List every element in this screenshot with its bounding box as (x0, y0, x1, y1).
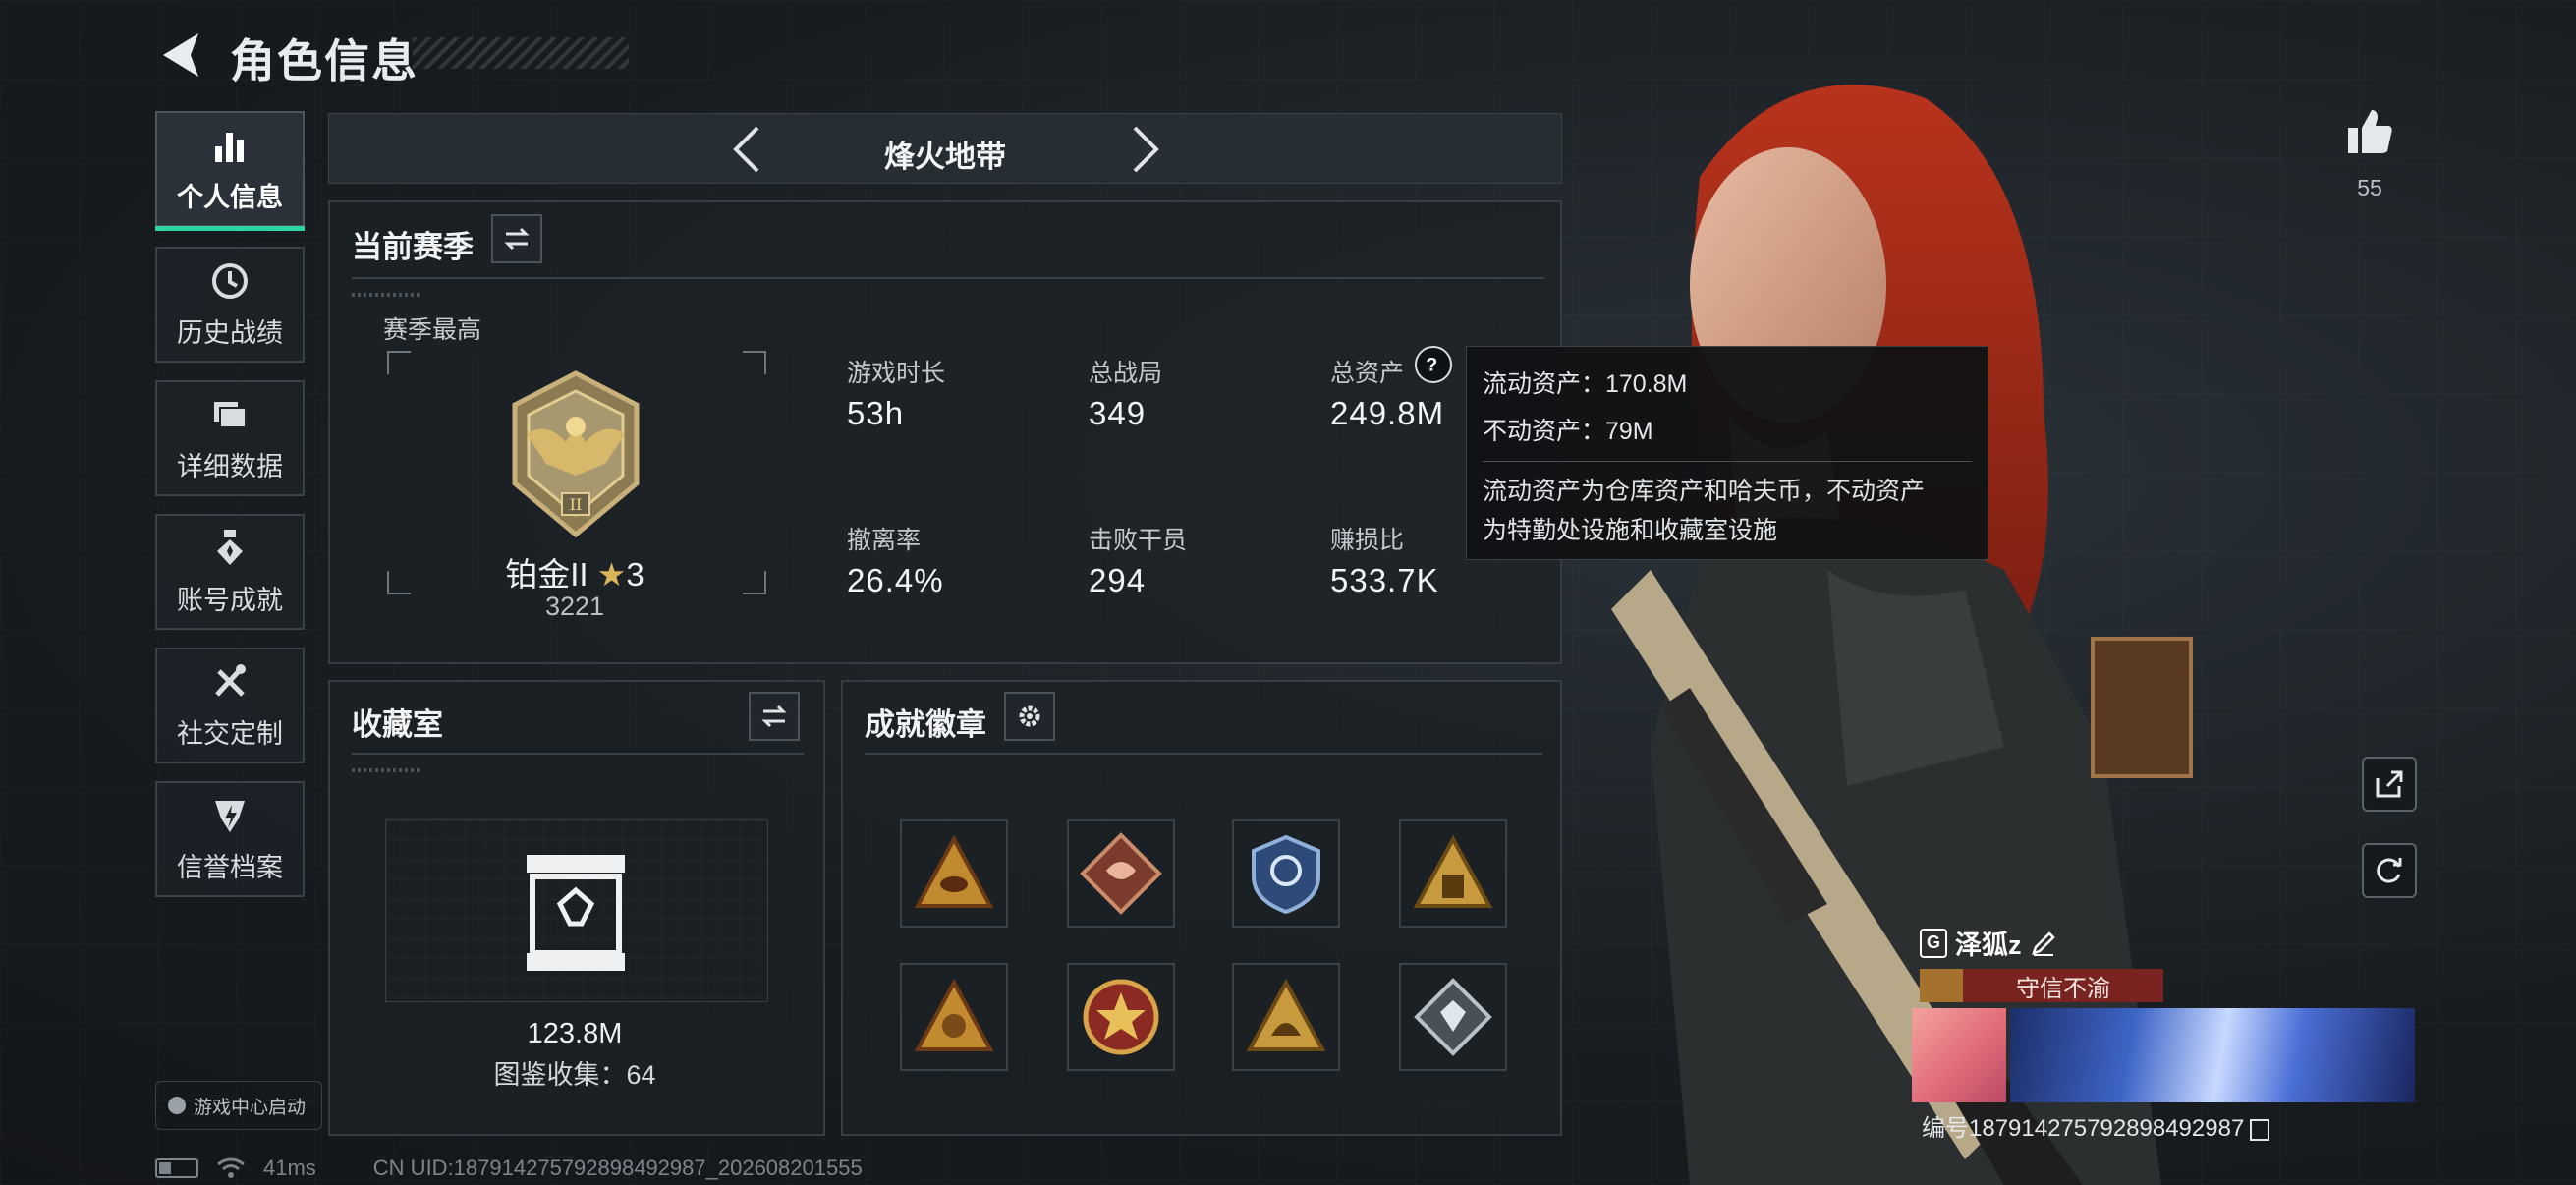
tools-icon (215, 663, 246, 697)
sidebar-item-achievements[interactable]: 账号成就 (155, 514, 305, 630)
badge-slot[interactable] (900, 819, 1008, 928)
stat-extract-rate-label: 撤离率 (847, 527, 922, 554)
tooltip-description-line1: 流动资产为仓库资产和哈夫币，不动资产 (1483, 478, 1926, 505)
badge-slot[interactable] (1067, 963, 1175, 1071)
penguin-icon (168, 1097, 186, 1114)
sidebar-item-label: 个人信息 (177, 182, 283, 212)
player-banner (2010, 1008, 2415, 1102)
battery-icon (155, 1158, 198, 1178)
like-count: 55 (2357, 175, 2382, 200)
decoration-ticks (352, 768, 420, 772)
share-button[interactable] (2362, 757, 2417, 812)
gear-icon (1019, 705, 1040, 727)
refresh-icon (2377, 858, 2402, 883)
shield-crest-badge-icon (1252, 834, 1320, 915)
game-center-label: 游戏中心启动 (194, 1097, 307, 1118)
triangle-55-badge-icon (914, 978, 994, 1051)
thumbs-up-icon[interactable] (2342, 104, 2397, 159)
dragon-diamond-badge-icon (1080, 832, 1162, 915)
tooltip-description-line2: 为特勤处设施和收藏室设施 (1483, 517, 1778, 544)
assets-tooltip: 流动资产：170.8M 不动资产：79M 流动资产为仓库资产和哈夫币，不动资产 … (1466, 346, 1988, 560)
status-footer: 41ms CN UID:187914275792898492987_202608… (155, 1156, 863, 1181)
divider (352, 277, 1544, 279)
player-name: 泽狐z (1955, 931, 2022, 960)
collection-count: 图鉴收集：64 (493, 1060, 656, 1090)
stat-extract-rate-value: 26.4% (847, 562, 944, 598)
season-best-label: 赛季最高 (383, 316, 482, 344)
player-level-badge: G (1920, 928, 1947, 958)
mode-selector: 烽火地带 (328, 113, 1562, 184)
sidebar-item-history[interactable]: 历史战绩 (155, 247, 305, 363)
refresh-button[interactable] (2362, 843, 2417, 898)
badge-slot[interactable] (1232, 963, 1340, 1071)
rank-score: 3221 (544, 592, 605, 621)
collection-title: 收藏室 (352, 707, 443, 742)
game-center-launch[interactable]: 游戏中心启动 (155, 1081, 322, 1130)
stat-kills-label: 击败干员 (1089, 527, 1188, 554)
sidebar-item-label: 详细数据 (177, 451, 283, 481)
badge-slot[interactable] (1067, 819, 1175, 928)
shield-icon (215, 800, 245, 832)
sidebar-item-label: 历史战绩 (177, 317, 283, 348)
stat-total-matches-value: 349 (1089, 395, 1147, 431)
stat-total-matches-label: 总战局 (1089, 360, 1163, 387)
ping-text: 41ms (263, 1156, 316, 1180)
season-switch-button[interactable] (491, 214, 542, 263)
sidebar-item-label: 社交定制 (177, 718, 283, 749)
tooltip-fixed-assets: 不动资产：79M (1483, 418, 1653, 445)
page-title: 角色信息 (230, 35, 419, 86)
badges-title: 成就徽章 (865, 707, 986, 742)
rank-name: 铂金II ★3 (505, 556, 644, 592)
badges-settings-button[interactable] (1004, 692, 1055, 741)
stat-kills-value: 294 (1089, 562, 1147, 598)
uid-text: CN UID:187914275792898492987_20260820155… (372, 1156, 863, 1180)
wifi-icon (217, 1157, 245, 1178)
divider (352, 753, 804, 755)
badge-slot[interactable] (900, 963, 1008, 1071)
sidebar-item-social[interactable]: 社交定制 (155, 648, 305, 763)
bar-chart-icon (215, 132, 244, 162)
reputation-bar: 守信不渝 (1920, 969, 2163, 1002)
decoration-ticks (352, 293, 420, 297)
title-decoration (413, 37, 629, 69)
edit-pencil-icon[interactable] (2030, 930, 2057, 957)
stat-play-time-value: 53h (847, 395, 905, 431)
season-title: 当前赛季 (352, 230, 474, 264)
chevron-right-icon[interactable] (1115, 122, 1170, 177)
stat-total-assets-label: 总资产 (1330, 360, 1405, 387)
swap-icon (761, 705, 787, 728)
medal-icon (217, 529, 243, 565)
mode-title: 烽火地带 (884, 140, 1006, 174)
stat-play-time-label: 游戏时长 (847, 360, 946, 387)
sidebar-item-detailed-data[interactable]: 详细数据 (155, 380, 305, 496)
folder-icon (214, 401, 247, 428)
player-id: 编号1879142757928984929​87 (1922, 1108, 2270, 1143)
copy-icon[interactable] (2250, 1118, 2270, 1141)
sidebar-item-label: 信誉档案 (177, 852, 283, 882)
badge-slot[interactable] (1232, 819, 1340, 928)
svg-text:II: II (570, 495, 583, 514)
avatar[interactable] (1912, 1008, 2006, 1102)
tooltip-liquid-assets: 流动资产：170.8M (1483, 370, 1688, 398)
rank-emblem-icon: II (512, 370, 640, 538)
reputation-text: 守信不渝 (2016, 975, 2110, 1002)
history-icon (212, 262, 248, 299)
back-arrow-icon[interactable] (155, 28, 204, 83)
display-case-icon (527, 855, 625, 971)
reputation-icon (1920, 969, 1963, 1002)
player-name-row: G 泽狐z (1920, 924, 2057, 962)
sidebar-item-label: 账号成就 (177, 585, 283, 615)
star-emblem-badge-icon (1083, 979, 1159, 1055)
collection-value: 123.8M (527, 1018, 623, 1049)
share-icon (2376, 770, 2403, 798)
triangle-fish-badge-icon (914, 834, 994, 908)
sidebar-item-personal-info[interactable]: 个人信息 (155, 111, 305, 231)
star-icon: ★ (596, 556, 627, 592)
stat-profit-ratio-label: 赚损比 (1330, 527, 1405, 554)
sidebar-item-reputation[interactable]: 信誉档案 (155, 781, 305, 897)
triangle-helmet-badge-icon (1246, 978, 1326, 1051)
collection-switch-button[interactable] (749, 692, 800, 741)
swap-icon (504, 227, 530, 251)
